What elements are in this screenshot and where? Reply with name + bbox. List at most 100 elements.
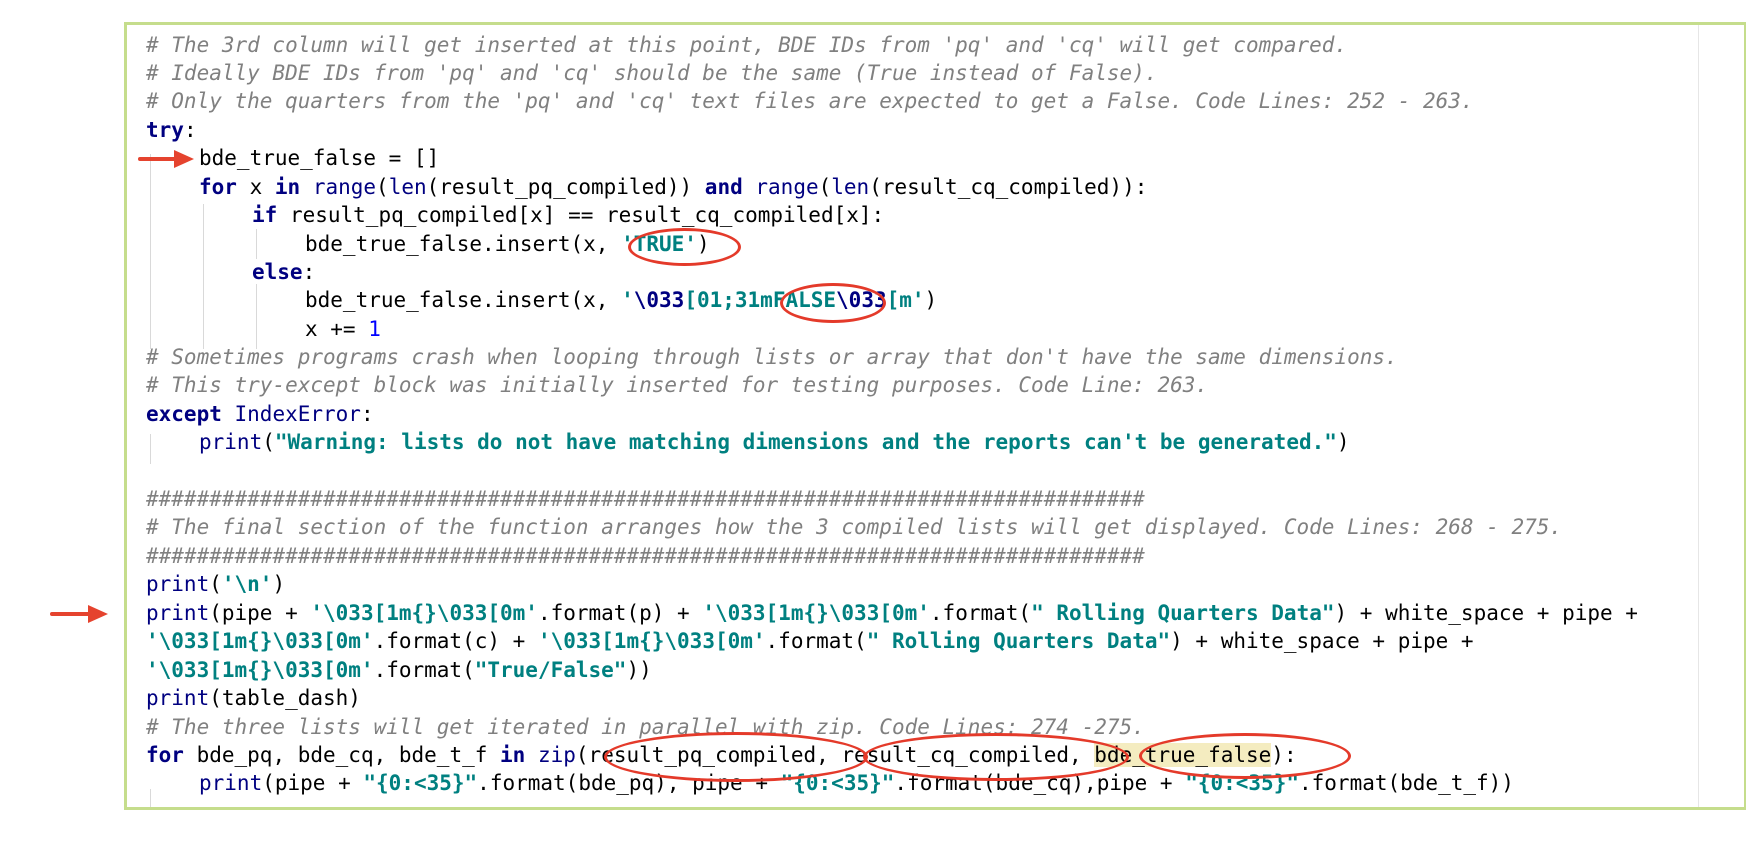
code-text: .format(bde_t_f))	[1299, 771, 1514, 795]
arrow-shaft	[50, 612, 92, 616]
builtin: len	[388, 175, 427, 199]
code-line-4: try:	[146, 117, 197, 143]
code-line-21: print(pipe + '\033[1m{}\033[0m'.format(p…	[146, 600, 1638, 626]
comment: # The 3rd column will get inserted at th…	[146, 33, 1348, 57]
comment: # This try-except block was initially in…	[146, 373, 1209, 397]
code-line-13: # This try-except block was initially in…	[146, 372, 1208, 398]
code-line-1: # The 3rd column will get inserted at th…	[146, 32, 1347, 58]
arrow-head-icon	[174, 150, 194, 168]
string-literal: "Warning: lists do not have matching dim…	[274, 430, 1337, 454]
string-literal: '\n'	[221, 572, 273, 596]
code-text: (result_cq_compiled)):	[869, 175, 1148, 199]
escape-sequence: \033	[633, 288, 685, 312]
code-text: (	[376, 175, 389, 199]
code-line-19: ########################################…	[146, 543, 1145, 569]
code-line-5: bde_true_false = []	[199, 145, 439, 171]
code-text: result_pq_compiled[x] == result_cq_compi…	[277, 203, 885, 227]
code-line-18: # The final section of the function arra…	[146, 514, 1562, 540]
code-text: (table_dash)	[209, 686, 361, 710]
code-line-20: print('\n')	[146, 571, 285, 597]
string-literal: "{0:<35}"	[363, 771, 478, 795]
code-text: ) + white_space + pipe +	[1170, 629, 1474, 653]
code-line-23: '\033[1m{}\033[0m'.format("True/False"))	[146, 657, 652, 683]
code-line-12: # Sometimes programs crash when looping …	[146, 344, 1398, 370]
statement: bde_true_false = []	[199, 146, 440, 170]
annotation-circle-result-cq	[863, 733, 1129, 781]
string-literal: '\033[1m{}\033[0m'	[537, 629, 766, 653]
code-text: (pipe +	[262, 771, 364, 795]
code-line-3: # Only the quarters from the 'pq' and 'c…	[146, 88, 1474, 114]
builtin: print	[146, 572, 210, 596]
keyword: try	[146, 118, 184, 142]
builtin: len	[831, 175, 870, 199]
code-text: )	[924, 288, 938, 312]
arrow-shaft	[138, 157, 178, 161]
code-text: .format(	[929, 601, 1032, 625]
code-text: )	[272, 572, 286, 596]
punct: :	[302, 260, 316, 284]
string-literal: '	[621, 288, 634, 312]
code-text: (	[818, 175, 832, 199]
code-line-24: print(table_dash)	[146, 685, 361, 711]
builtin: print	[199, 430, 263, 454]
comment: ########################################…	[146, 487, 1145, 511]
builtin: zip	[537, 743, 576, 767]
code-text: (pipe +	[209, 601, 311, 625]
code-text: ))	[626, 658, 652, 682]
code-line-14: except IndexError:	[146, 401, 374, 427]
comment: # The final section of the function arra…	[146, 515, 1563, 539]
string-literal: "True/False"	[474, 658, 627, 682]
keyword: for	[199, 175, 237, 199]
builtin: range	[312, 175, 377, 199]
annotation-circle-bde-true-false	[1139, 733, 1351, 779]
code-text: .format(p) +	[537, 601, 703, 625]
code-line-22: '\033[1m{}\033[0m'.format(c) + '\033[1m{…	[146, 628, 1474, 654]
code-text: .format(	[765, 629, 867, 653]
code-text: (result_pq_compiled))	[426, 175, 705, 199]
code-line-9: else:	[252, 259, 315, 285]
code-text: (	[209, 572, 222, 596]
code-text: (	[262, 430, 275, 454]
code-line-27: print(pipe + "{0:<35}".format(bde_pq), p…	[199, 770, 1514, 796]
code-line-11: x += 1	[305, 316, 381, 342]
punct: :	[183, 118, 197, 142]
code-text: .format(c) +	[373, 629, 538, 653]
string-literal: '\033[1m{}\033[0m'	[702, 601, 930, 625]
builtin: range	[755, 175, 819, 199]
code-line-6: for x in range(len(result_pq_compiled)) …	[199, 174, 1147, 200]
code-text: .format(	[373, 658, 475, 682]
builtin: IndexError	[234, 402, 361, 426]
keyword: except	[146, 402, 222, 426]
code-text: bde_true_false.insert(x,	[305, 288, 622, 312]
annotation-circle-result-pq	[604, 732, 868, 782]
string-literal: " Rolling Quarters Data"	[1031, 601, 1335, 625]
string-literal: [m'	[886, 288, 925, 312]
code-text: x	[236, 175, 275, 199]
keyword: in	[500, 743, 526, 767]
code-text: x +=	[305, 317, 369, 341]
builtin: print	[199, 771, 263, 795]
code-line-2: # Ideally BDE IDs from 'pq' and 'cq' sho…	[146, 60, 1157, 86]
comment: ########################################…	[146, 544, 1145, 568]
code-text: bde_true_false.insert(x,	[305, 232, 622, 256]
annotation-circle-true	[628, 228, 741, 266]
punct: :	[360, 402, 374, 426]
string-literal: '\033[1m{}\033[0m'	[310, 601, 538, 625]
code-view: # The 3rd column will get inserted at th…	[0, 0, 1762, 858]
code-line-17: ########################################…	[146, 486, 1145, 512]
arrow-head-icon	[88, 605, 108, 623]
string-literal: " Rolling Quarters Data"	[866, 629, 1171, 653]
keyword: if	[252, 203, 278, 227]
code-text: ) + white_space + pipe +	[1334, 601, 1638, 625]
code-text: )	[1336, 430, 1350, 454]
annotation-circle-false	[780, 283, 886, 323]
keyword: in	[274, 175, 301, 199]
code-text: bde_pq, bde_cq, bde_t_f	[183, 743, 501, 767]
builtin: print	[146, 686, 210, 710]
keyword: and	[704, 175, 743, 199]
keyword: else	[252, 260, 303, 284]
string-literal: '\033[1m{}\033[0m'	[146, 658, 374, 682]
